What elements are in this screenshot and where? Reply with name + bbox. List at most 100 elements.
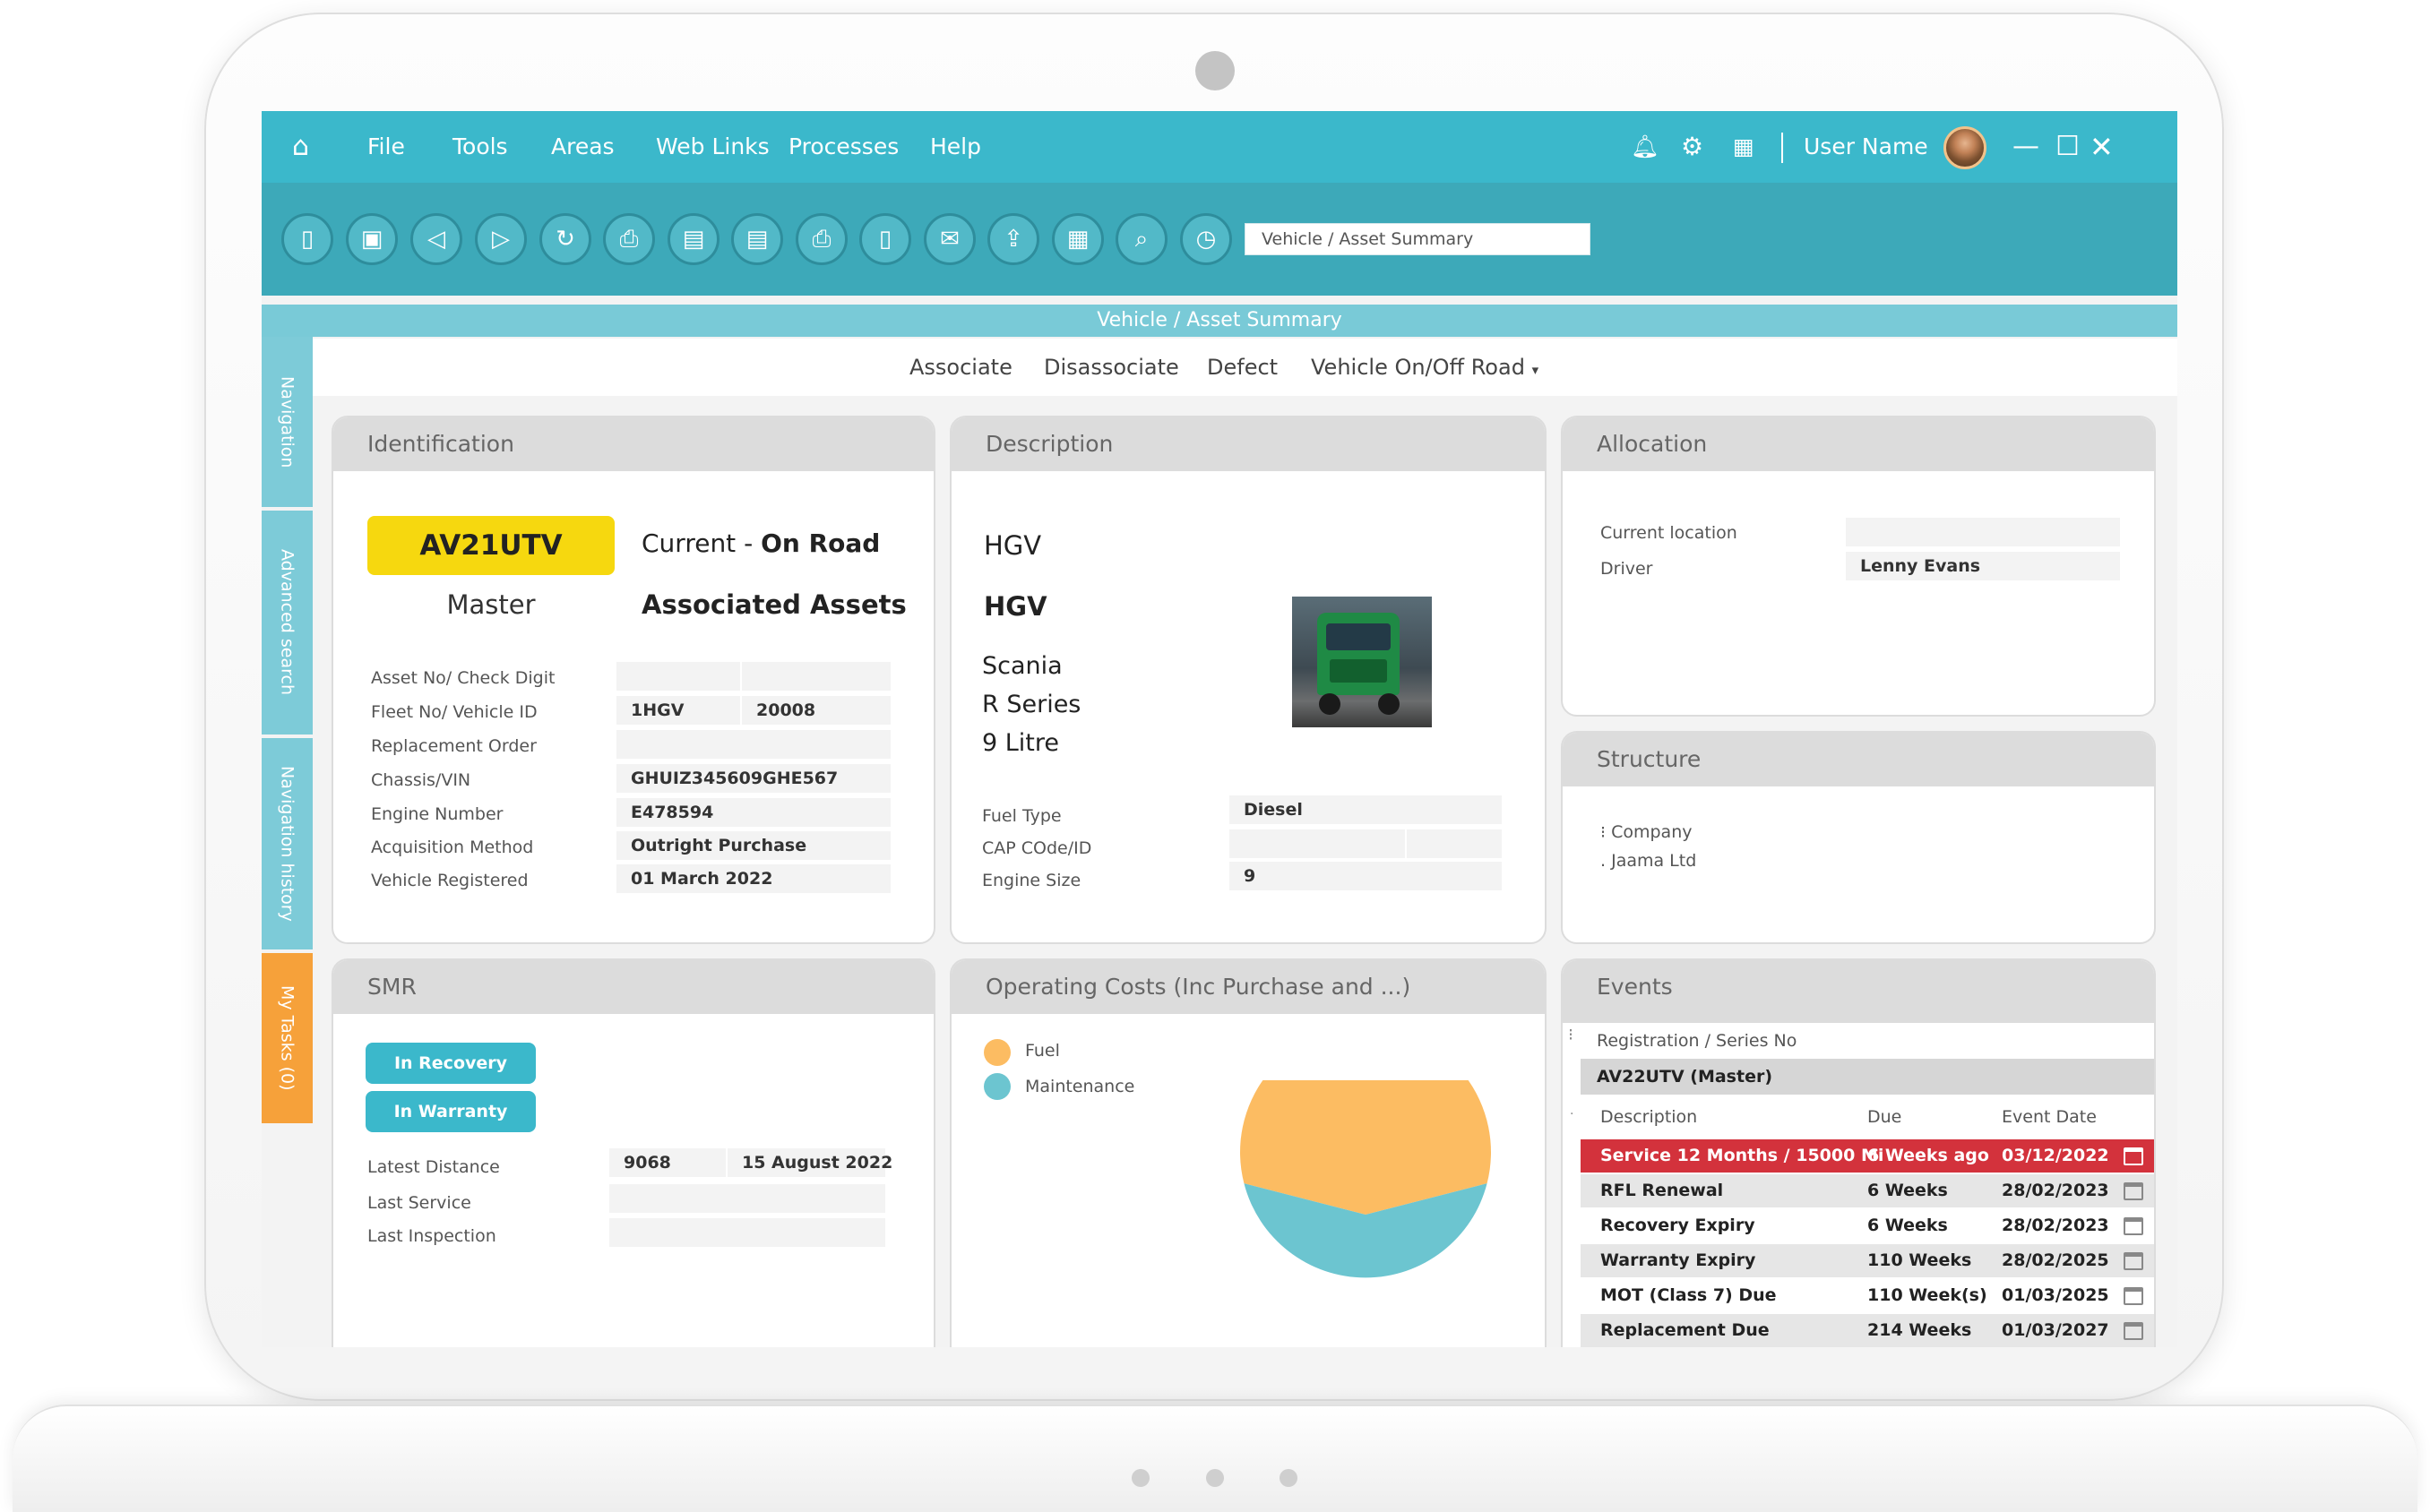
vehicle-status: Current - On Road (642, 528, 881, 558)
event-description: Service 12 Months / 15000 Mi (1600, 1146, 1884, 1165)
operating-costs-title: Operating Costs (Inc Purchase and ...) (952, 960, 1545, 1014)
event-row[interactable]: RFL Renewal 6 Weeks 28/02/2023 (1581, 1174, 2154, 1207)
cap-code-field[interactable] (1229, 829, 1405, 858)
associated-assets-link[interactable]: Associated Assets (642, 589, 907, 620)
menu-bar: ⌂ File Tools Areas Web Links Processes H… (262, 111, 2177, 183)
print-icon[interactable]: ⎙ (603, 213, 655, 265)
event-row[interactable]: Replacement Due 214 Weeks 01/03/2027 (1581, 1314, 2154, 1347)
event-row[interactable]: Service 12 Months / 15000 Mi 6 Weeks ago 0… (1581, 1139, 2154, 1173)
latest-distance-date-field[interactable]: 15 August 2022 (728, 1148, 892, 1177)
menu-processes[interactable]: Processes (788, 111, 899, 183)
side-tab-my-tasks[interactable]: My Tasks (0) (262, 953, 313, 1123)
caret-down-icon: ▾ (1531, 362, 1539, 378)
truck-wheel (1378, 693, 1400, 715)
defect-button[interactable]: Defect (1207, 339, 1278, 396)
user-name[interactable]: User Name (1804, 111, 1928, 183)
engine-size-field[interactable]: 9 (1229, 862, 1502, 890)
menu-areas[interactable]: Areas (551, 111, 615, 183)
truck-windscreen (1326, 623, 1391, 650)
engine-number-field[interactable]: E478594 (616, 798, 891, 827)
refresh-icon[interactable]: ↻ (539, 213, 591, 265)
event-due: 110 Weeks (1867, 1250, 1972, 1270)
fleet-no-field[interactable]: 1HGV (616, 696, 740, 725)
vehicle-id-field[interactable]: 20008 (742, 696, 891, 725)
check-digit-field[interactable] (742, 662, 891, 691)
side-tab-advanced-search[interactable]: Advanced search (262, 511, 313, 735)
side-tab-navigation[interactable]: Navigation (262, 337, 313, 507)
last-service-field[interactable] (609, 1184, 885, 1213)
menu-web-links[interactable]: Web Links (656, 111, 770, 183)
forward-icon[interactable]: ▷ (475, 213, 527, 265)
calendar-icon[interactable] (2124, 1252, 2143, 1270)
page-search-input[interactable]: Vehicle / Asset Summary (1245, 223, 1590, 255)
save-icon[interactable]: ▣ (346, 213, 398, 265)
back-icon[interactable]: ◁ (410, 213, 462, 265)
vehicle-registered-field[interactable]: 01 March 2022 (616, 864, 891, 893)
home-icon[interactable]: ⌂ (292, 111, 309, 183)
chassis-vin-field[interactable]: GHUIZ345609GHE567 (616, 764, 891, 793)
bell-icon[interactable]: 🔔︎ (1631, 111, 1659, 183)
calendar-icon[interactable] (2124, 1322, 2143, 1340)
event-due: 6 Weeks (1867, 1216, 1948, 1235)
device-base (13, 1405, 2417, 1512)
gear-icon[interactable]: ⚙ (1681, 111, 1703, 183)
menu-tools[interactable]: Tools (452, 111, 508, 183)
printer-icon[interactable]: ⎙ (796, 213, 848, 265)
driver-field[interactable]: Lenny Evans (1846, 552, 2120, 580)
latest-distance-field[interactable]: 9068 (609, 1148, 726, 1177)
event-due: 6 Weeks (1867, 1181, 1948, 1200)
base-dot (1206, 1469, 1224, 1487)
calendar-icon[interactable] (2124, 1287, 2143, 1305)
associate-button[interactable]: Associate (909, 339, 1012, 396)
event-due: 6 Weeks ago (1867, 1146, 1989, 1165)
structure-item-company[interactable]: ⁝ Company (1600, 822, 1692, 842)
calendar-icon[interactable]: ▦ (1052, 213, 1104, 265)
event-row[interactable]: MOT (Class 7) Due 110 Week(s) 01/03/2025 (1581, 1279, 2154, 1312)
column-description[interactable]: Description (1600, 1107, 1697, 1127)
structure-item-jaama[interactable]: . Jaama Ltd (1600, 851, 1696, 871)
maximize-icon[interactable]: ☐ (2055, 111, 2080, 183)
grid-icon[interactable]: ▦ (1733, 111, 1754, 183)
in-warranty-button[interactable]: In Warranty (366, 1091, 536, 1132)
replacement-order-field[interactable] (616, 730, 891, 759)
cap-id-field[interactable] (1407, 829, 1502, 858)
minimize-icon[interactable]: — (2012, 111, 2039, 183)
field-label: Current location (1600, 523, 1737, 543)
history-icon[interactable]: ◷ (1180, 213, 1232, 265)
fuel-type-field[interactable]: Diesel (1229, 795, 1502, 824)
side-tab-navigation-history[interactable]: Navigation history (262, 738, 313, 949)
close-icon[interactable]: ✕ (2090, 111, 2114, 183)
field-label: Acquisition Method (371, 838, 534, 857)
calendar-icon[interactable] (2124, 1217, 2143, 1235)
calendar-icon[interactable] (2124, 1147, 2143, 1165)
last-inspection-field[interactable] (609, 1218, 885, 1247)
events-group-row[interactable]: AV22UTV (Master) (1581, 1059, 2154, 1095)
menu-file[interactable]: File (367, 111, 405, 183)
field-label: Engine Size (982, 871, 1081, 890)
events-group-header[interactable]: Registration / Series No (1581, 1023, 2154, 1059)
report-icon[interactable]: ▤ (731, 213, 783, 265)
vehicle-on-off-road-dropdown[interactable]: Vehicle On/Off Road ▾ (1311, 339, 1538, 399)
column-due[interactable]: Due (1867, 1107, 1901, 1127)
event-row[interactable]: Warranty Expiry 110 Weeks 28/02/2025 (1581, 1244, 2154, 1277)
mobile-icon[interactable]: ▯ (859, 213, 911, 265)
email-icon[interactable]: ✉ (924, 213, 976, 265)
print-preview-icon[interactable]: ▤ (668, 213, 720, 265)
asset-no-field[interactable] (616, 662, 740, 691)
event-row[interactable]: Recovery Expiry 6 Weeks 28/02/2023 (1581, 1209, 2154, 1242)
event-due: 214 Weeks (1867, 1320, 1972, 1340)
avatar[interactable] (1943, 126, 1986, 169)
new-document-icon[interactable]: ▯ (281, 213, 333, 265)
export-icon[interactable]: ⇪ (987, 213, 1039, 265)
calendar-icon[interactable] (2124, 1182, 2143, 1200)
acquisition-method-field[interactable]: Outright Purchase (616, 831, 891, 860)
base-dot (1280, 1469, 1297, 1487)
current-location-field[interactable] (1846, 518, 2120, 546)
search-icon[interactable]: ⌕ (1116, 213, 1168, 265)
in-recovery-button[interactable]: In Recovery (366, 1043, 536, 1084)
collapse-icon[interactable]: · (1570, 1107, 1573, 1121)
menu-help[interactable]: Help (930, 111, 981, 183)
disassociate-button[interactable]: Disassociate (1044, 339, 1179, 396)
tree-expand-icon[interactable]: ⁝ (1600, 822, 1611, 842)
column-event-date[interactable]: Event Date (2002, 1107, 2097, 1127)
